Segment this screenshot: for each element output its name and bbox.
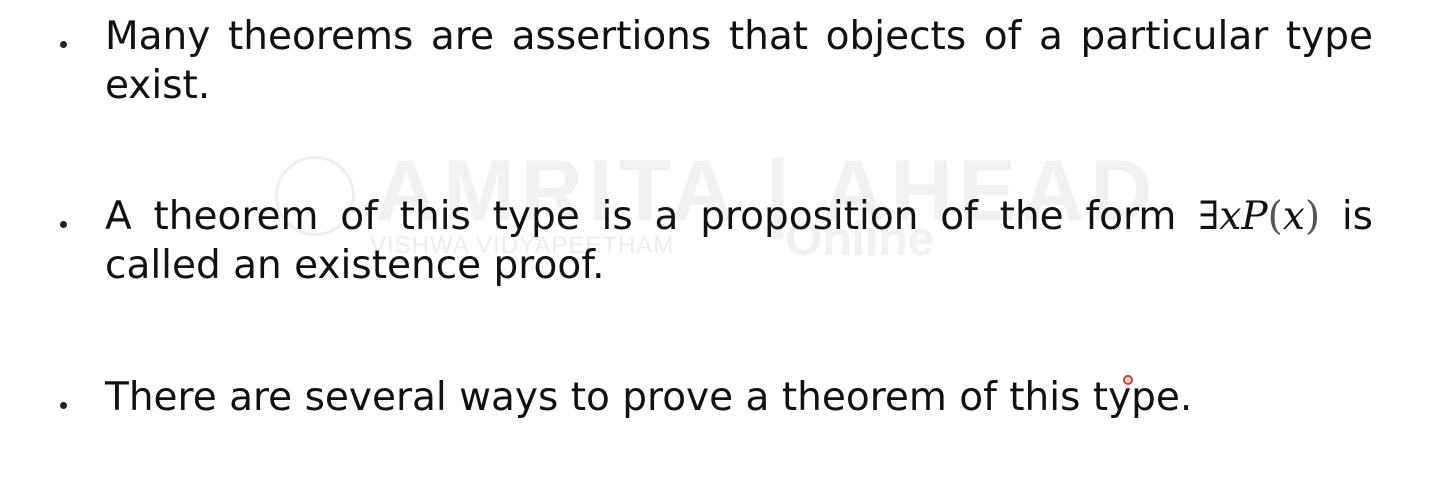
slide: AMRITA | AHEAD VISHWA VIDYAPEETHAM Onlin… [0,0,1452,492]
bullet-text: A theorem of this type is a proposition … [105,192,1373,290]
bullet-dot-icon [60,221,67,228]
math-close-paren: ) [1304,194,1321,239]
math-predicate: P [1241,194,1268,239]
bullet-text: There are several ways to prove a theore… [105,375,1193,420]
bullet-dot-icon [60,402,67,409]
bullet-text: Many theorems are assertions that object… [105,14,1373,108]
math-expression: ∃xP(x) [1198,194,1320,239]
math-variable: x [1219,194,1242,239]
bullet-dot-icon [60,41,67,48]
bullet-text-before: A theorem of this type is a proposition … [105,194,1199,239]
math-argument: x [1282,194,1305,239]
math-open-paren: ( [1267,194,1283,239]
math-quantifier: ∃ [1198,194,1220,239]
pointer-icon [1123,375,1133,385]
